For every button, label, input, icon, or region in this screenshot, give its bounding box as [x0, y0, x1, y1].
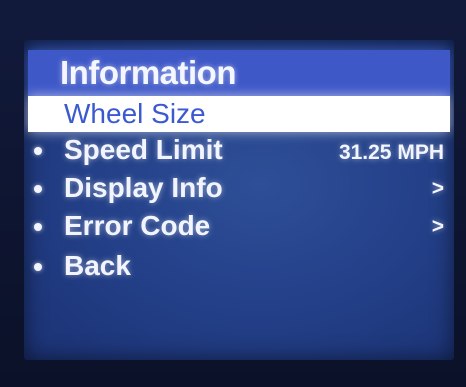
chevron-right-icon: > [431, 215, 444, 238]
menu-item-label: Speed Limit [64, 134, 223, 165]
bullet-icon [34, 223, 42, 231]
menu-item-speed-limit[interactable]: Speed Limit 31.25 MPH [28, 132, 450, 168]
menu-item-back[interactable]: Back [28, 248, 450, 284]
menu-item-label: Back [64, 250, 131, 281]
menu-item-display-info[interactable]: Display Info > [28, 170, 450, 206]
menu-item-label: Wheel Size [64, 98, 206, 129]
menu-item-label: Error Code [64, 210, 211, 241]
menu-item-error-code[interactable]: Error Code > [28, 208, 450, 244]
bullet-icon [34, 185, 42, 193]
bullet-icon [34, 263, 42, 271]
chevron-right-icon: > [431, 177, 444, 200]
menu-item-label: Display Info [64, 172, 223, 203]
display-screen: Information Wheel Size Speed Limit 31.25… [24, 40, 454, 360]
menu-title: Information [60, 54, 236, 91]
menu-item-wheel-size[interactable]: Wheel Size [28, 96, 450, 132]
title-bar: Information [28, 50, 450, 96]
speed-limit-value: 31.25 MPH [338, 141, 444, 164]
bullet-icon [34, 147, 42, 155]
